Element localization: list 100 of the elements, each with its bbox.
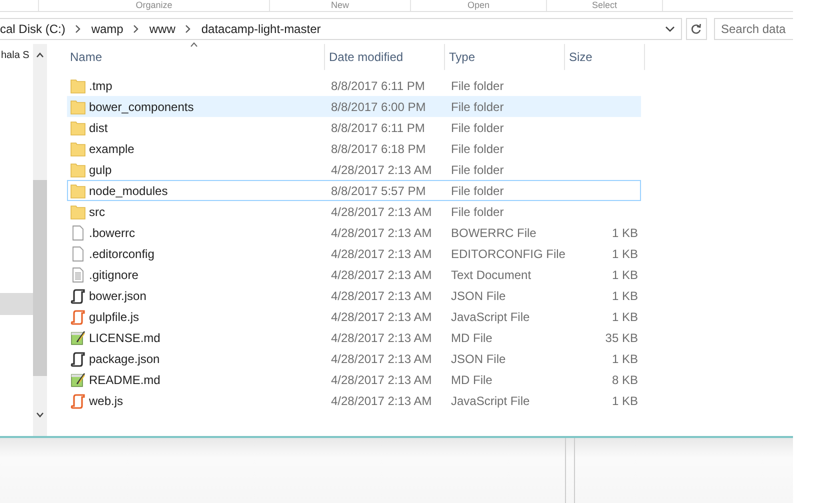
date-modified-cell-text: 4/28/2017 2:13 AM xyxy=(330,352,433,366)
refresh-button[interactable] xyxy=(686,18,707,40)
script-file-icon xyxy=(70,392,86,408)
file-type-cell-text: File folder xyxy=(450,120,505,134)
file-name: LICENSE.md xyxy=(89,330,160,344)
file-row[interactable]: .bowerrc 4/28/2017 2:13 AM BOWERRC File 1 KB xyxy=(67,222,641,243)
folder-icon xyxy=(70,182,86,198)
file-name: bower.json xyxy=(89,288,146,302)
sidebar-selection xyxy=(0,293,33,315)
date-modified-cell-text: 8/8/2017 6:18 PM xyxy=(330,142,427,156)
file-name: bower_components xyxy=(89,100,194,114)
file-type-cell-text: File folder xyxy=(450,100,505,114)
sidebar-item[interactable]: hala S xyxy=(0,44,33,61)
scroll-file-icon xyxy=(70,350,86,366)
file-name: node_modules xyxy=(89,184,168,198)
ribbon-group-label: New xyxy=(270,0,411,11)
date-modified-cell-text: 4/28/2017 2:13 AM xyxy=(330,288,433,302)
breadcrumb-item[interactable]: datacamp-light-master xyxy=(201,22,321,36)
file-type-cell-text: MD File xyxy=(450,372,494,386)
ribbon-group-label: Open xyxy=(411,0,547,11)
column-header[interactable]: Type xyxy=(445,44,565,70)
date-modified-cell-text: 4/28/2017 2:13 AM xyxy=(330,162,433,176)
scrollbar-thumb[interactable] xyxy=(33,180,47,376)
scrollbar[interactable] xyxy=(33,44,47,436)
file-size-cell: 1 KB xyxy=(612,246,638,260)
file-row[interactable]: src 4/28/2017 2:13 AM File folder xyxy=(67,201,641,222)
file-type-cell-text: JSON File xyxy=(450,288,507,302)
file-type-cell-text: JSON File xyxy=(450,352,507,366)
date-modified-cell-text: 4/28/2017 2:13 AM xyxy=(330,226,433,240)
file-name: package.json xyxy=(89,352,160,366)
file-size-cell: 1 KB xyxy=(612,394,638,408)
file-name: .editorconfig xyxy=(89,246,154,260)
search-field[interactable]: Search data xyxy=(714,18,793,40)
scroll-down-icon[interactable] xyxy=(36,412,44,418)
column-header[interactable]: Size xyxy=(565,44,645,70)
date-modified-cell-text: 4/28/2017 2:13 AM xyxy=(330,268,433,282)
file-size-cell: 1 KB xyxy=(612,268,638,282)
ribbon-group-label: Organize xyxy=(38,0,270,11)
breadcrumb-item[interactable]: wamp xyxy=(91,22,124,36)
file-row[interactable]: bower.json 4/28/2017 2:13 AM JSON File 1 KB xyxy=(67,285,641,306)
file-name: example xyxy=(89,142,134,156)
folder-icon xyxy=(70,204,86,220)
date-modified-cell-text: 8/8/2017 6:00 PM xyxy=(330,100,427,114)
file-row[interactable]: package.json 4/28/2017 2:13 AM JSON File 1 KB xyxy=(67,348,641,369)
file-size-cell: 1 KB xyxy=(612,352,638,366)
date-modified-cell-text: 4/28/2017 2:13 AM xyxy=(330,330,433,344)
file-row[interactable]: gulp 4/28/2017 2:13 AM File folder xyxy=(67,159,641,180)
refresh-icon xyxy=(690,23,702,35)
file-type-cell-text: File folder xyxy=(450,142,505,156)
file-type-cell-text: File folder xyxy=(450,78,505,92)
file-size-cell: 1 KB xyxy=(612,310,638,324)
date-modified-cell-text: 4/28/2017 2:13 AM xyxy=(330,310,433,324)
chevron-right-icon xyxy=(185,25,192,33)
folder-icon xyxy=(70,78,86,94)
file-name: dist xyxy=(89,120,108,134)
column-header[interactable]: Name xyxy=(67,44,325,70)
file-icon xyxy=(70,246,86,262)
dropdown-icon[interactable] xyxy=(664,26,675,32)
scroll-file-icon xyxy=(70,288,86,304)
file-size-cell: 1 KB xyxy=(612,226,638,240)
folder-icon xyxy=(70,120,86,136)
file-type-cell-text: JavaScript File xyxy=(450,394,531,408)
date-modified-cell-text: 8/8/2017 6:11 PM xyxy=(330,120,426,134)
file-row[interactable]: README.md 4/28/2017 2:13 AM MD File 8 KB xyxy=(67,369,641,390)
file-row[interactable]: .tmp 8/8/2017 6:11 PM File folder xyxy=(67,75,641,96)
date-modified-cell-text: 8/8/2017 5:57 PM xyxy=(330,184,427,198)
date-modified-cell-text: 4/28/2017 2:13 AM xyxy=(330,372,433,386)
file-row[interactable]: .editorconfig 4/28/2017 2:13 AM EDITORCONFIG File 1 KB xyxy=(67,243,641,264)
file-type-cell-text: File folder xyxy=(450,162,505,176)
file-size-cell: 8 KB xyxy=(612,372,638,386)
file-row[interactable]: web.js 4/28/2017 2:13 AM JavaScript File 1 KB xyxy=(67,390,641,411)
file-type-cell-text: JavaScript File xyxy=(450,310,531,324)
file-icon xyxy=(70,224,86,240)
file-type-cell-text: Text Document xyxy=(450,268,532,282)
file-row[interactable]: gulpfile.js 4/28/2017 2:13 AM JavaScript File 1 KB xyxy=(67,306,641,327)
folder-icon xyxy=(70,162,86,178)
text-file-icon xyxy=(70,266,86,282)
scroll-up-icon[interactable] xyxy=(36,52,44,58)
file-row[interactable]: .gitignore 4/28/2017 2:13 AM Text Document 1 KB xyxy=(67,264,641,285)
file-row[interactable]: bower_components 8/8/2017 6:00 PM File folder xyxy=(67,96,641,117)
notepad-icon xyxy=(70,372,86,388)
file-name: .gitignore xyxy=(89,268,138,282)
file-name: gulpfile.js xyxy=(89,310,140,324)
script-file-icon xyxy=(70,308,86,324)
column-header[interactable]: Date modified xyxy=(325,44,445,70)
address-bar[interactable]: cal Disk (C:) wamp www datacamp-light-master xyxy=(0,18,682,40)
file-row[interactable]: dist 8/8/2017 6:11 PM File folder xyxy=(67,117,641,138)
breadcrumb-item[interactable]: www xyxy=(149,22,176,36)
file-row[interactable]: node_modules 8/8/2017 5:57 PM File folder xyxy=(67,180,641,201)
date-modified-cell-text: 4/28/2017 2:13 AM xyxy=(330,246,433,260)
breadcrumb-item[interactable]: cal Disk (C:) xyxy=(0,22,66,36)
file-row[interactable]: example 8/8/2017 6:18 PM File folder xyxy=(67,138,641,159)
chevron-right-icon xyxy=(75,25,82,33)
file-row[interactable]: LICENSE.md 4/28/2017 2:13 AM MD File 35 KB xyxy=(67,327,641,348)
file-name: .tmp xyxy=(89,78,112,92)
ribbon-group-label: Select xyxy=(547,0,663,11)
file-name: gulp xyxy=(89,162,112,176)
date-modified-cell-text: 8/8/2017 6:11 PM xyxy=(330,78,426,92)
file-size-cell: 35 KB xyxy=(605,330,638,344)
sort-up-icon xyxy=(190,42,198,47)
